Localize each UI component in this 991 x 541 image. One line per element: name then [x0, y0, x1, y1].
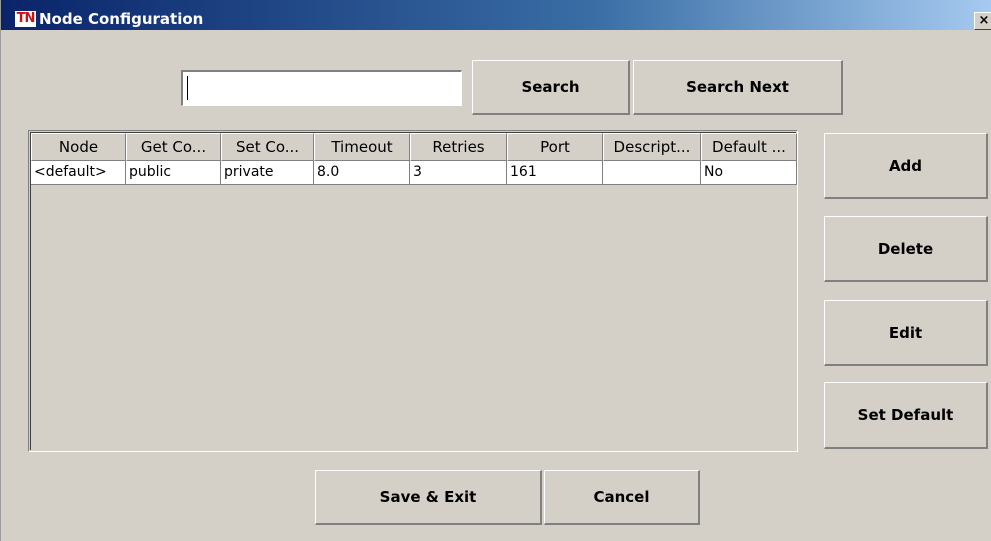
column-header-node[interactable]: Node [31, 133, 126, 161]
close-button[interactable]: × [974, 12, 991, 30]
delete-button[interactable]: Delete [824, 216, 988, 282]
column-header-set-community[interactable]: Set Co... [221, 133, 314, 161]
cell-port[interactable]: 161 [507, 161, 603, 185]
node-configuration-dialog: TN Node Configuration × Search Search Ne… [0, 0, 991, 541]
title-bar[interactable]: TN Node Configuration × [1, 0, 991, 30]
cell-node[interactable]: <default> [31, 161, 126, 185]
cell-set-community[interactable]: private [221, 161, 314, 185]
search-input[interactable] [181, 70, 462, 106]
search-next-button[interactable]: Search Next [633, 60, 843, 115]
window-title: Node Configuration [39, 10, 204, 28]
cell-default[interactable]: No [701, 161, 797, 185]
edit-button[interactable]: Edit [824, 300, 988, 366]
save-exit-button[interactable]: Save & Exit [315, 470, 542, 525]
cell-timeout[interactable]: 8.0 [314, 161, 410, 185]
close-icon: × [978, 13, 990, 28]
search-button[interactable]: Search [472, 60, 630, 115]
add-button[interactable]: Add [824, 133, 988, 199]
column-header-timeout[interactable]: Timeout [314, 133, 410, 161]
column-header-default[interactable]: Default ... [701, 133, 797, 161]
column-header-description[interactable]: Descript... [603, 133, 701, 161]
table-row[interactable]: <default> public private 8.0 3 161 No [31, 161, 797, 185]
cell-get-community[interactable]: public [126, 161, 221, 185]
cell-retries[interactable]: 3 [410, 161, 507, 185]
column-header-get-community[interactable]: Get Co... [126, 133, 221, 161]
table-viewport: Node Get Co... Set Co... Timeout Retries… [30, 132, 797, 450]
set-default-button[interactable]: Set Default [824, 382, 988, 449]
app-icon: TN [15, 11, 36, 27]
column-header-retries[interactable]: Retries [410, 133, 507, 161]
column-header-port[interactable]: Port [507, 133, 603, 161]
text-caret [187, 76, 188, 100]
node-table: Node Get Co... Set Co... Timeout Retries… [28, 130, 798, 452]
table-header: Node Get Co... Set Co... Timeout Retries… [31, 133, 797, 161]
cell-description[interactable] [603, 161, 701, 185]
cancel-button[interactable]: Cancel [544, 470, 700, 525]
